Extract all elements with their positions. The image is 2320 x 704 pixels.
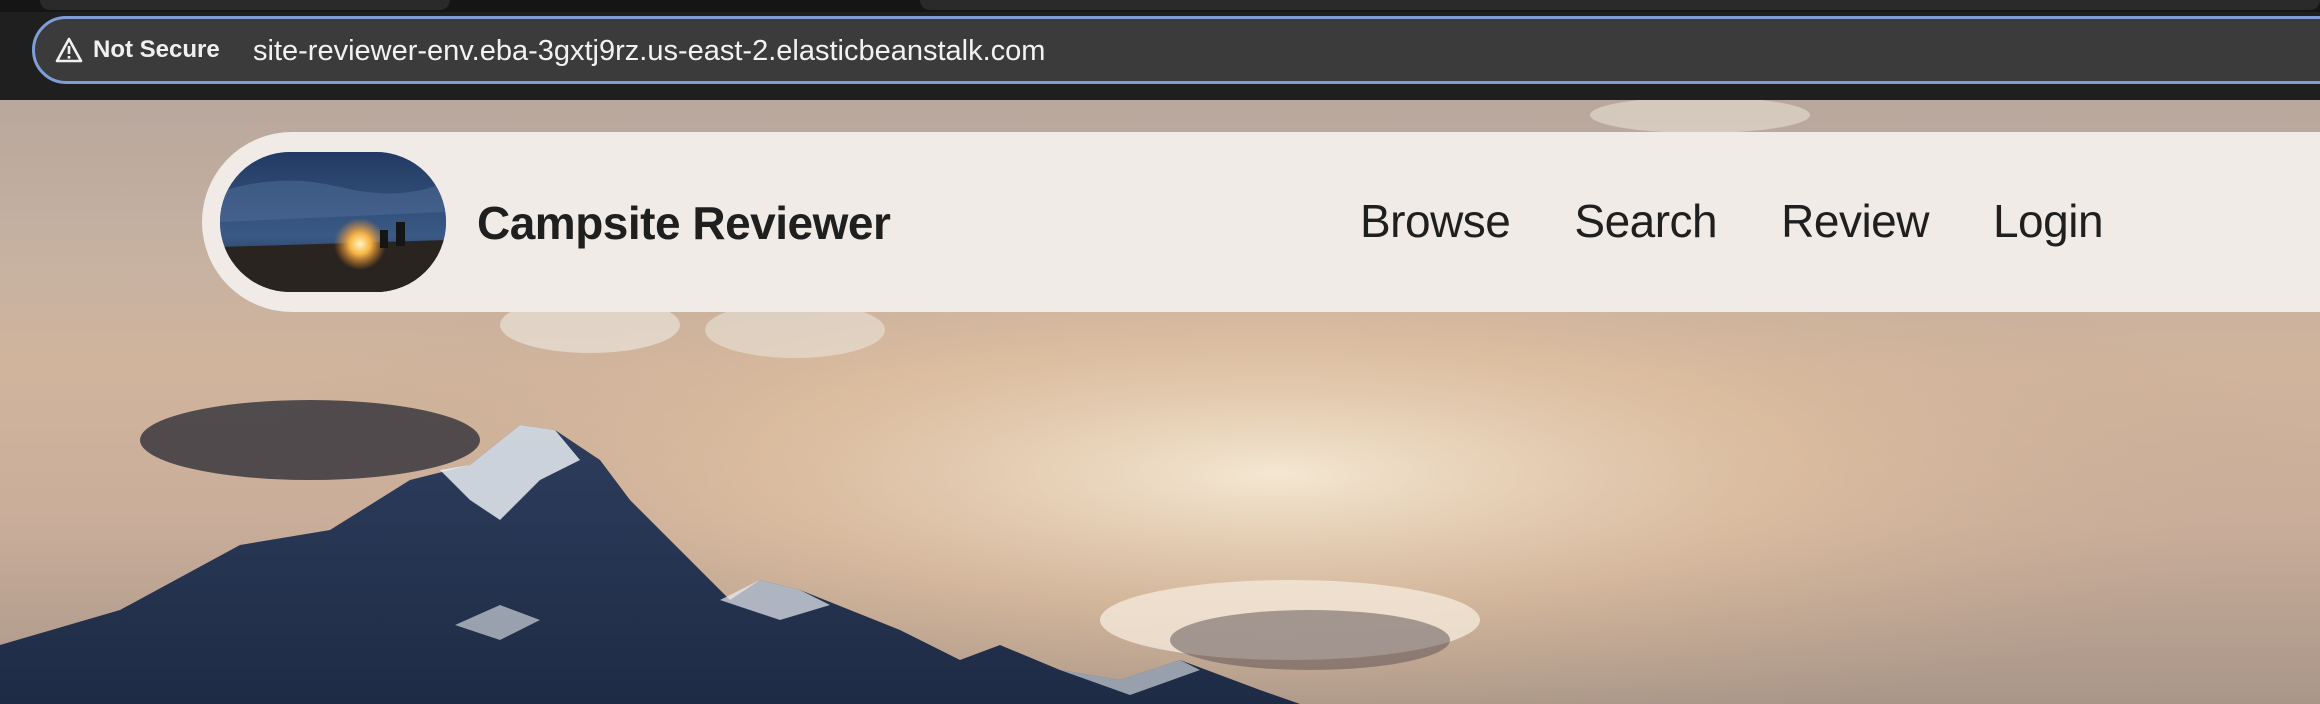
- site-header: Campsite Reviewer Browse Search Review L…: [202, 132, 2320, 312]
- warning-triangle-icon: [55, 37, 83, 63]
- nav-login[interactable]: Login: [1993, 194, 2104, 248]
- site-title[interactable]: Campsite Reviewer: [477, 196, 891, 250]
- main-nav: Browse Search Review Login: [1360, 194, 2104, 248]
- tab-strip: [0, 0, 2320, 12]
- nav-browse[interactable]: Browse: [1360, 194, 1511, 248]
- browser-tab[interactable]: [920, 0, 2320, 10]
- nav-search[interactable]: Search: [1574, 194, 1717, 248]
- security-indicator[interactable]: Not Secure: [55, 31, 220, 69]
- site-logo[interactable]: [220, 152, 446, 292]
- browser-chrome: Not Secure site-reviewer-env.eba-3gxtj9r…: [0, 0, 2320, 100]
- security-label: Not Secure: [93, 36, 220, 63]
- page-viewport: Campsite Reviewer Browse Search Review L…: [0, 100, 2320, 704]
- nav-review[interactable]: Review: [1781, 194, 1929, 248]
- browser-tab[interactable]: [40, 0, 450, 10]
- url-text[interactable]: site-reviewer-env.eba-3gxtj9rz.us-east-2…: [253, 35, 1045, 68]
- address-bar[interactable]: Not Secure site-reviewer-env.eba-3gxtj9r…: [32, 16, 2320, 84]
